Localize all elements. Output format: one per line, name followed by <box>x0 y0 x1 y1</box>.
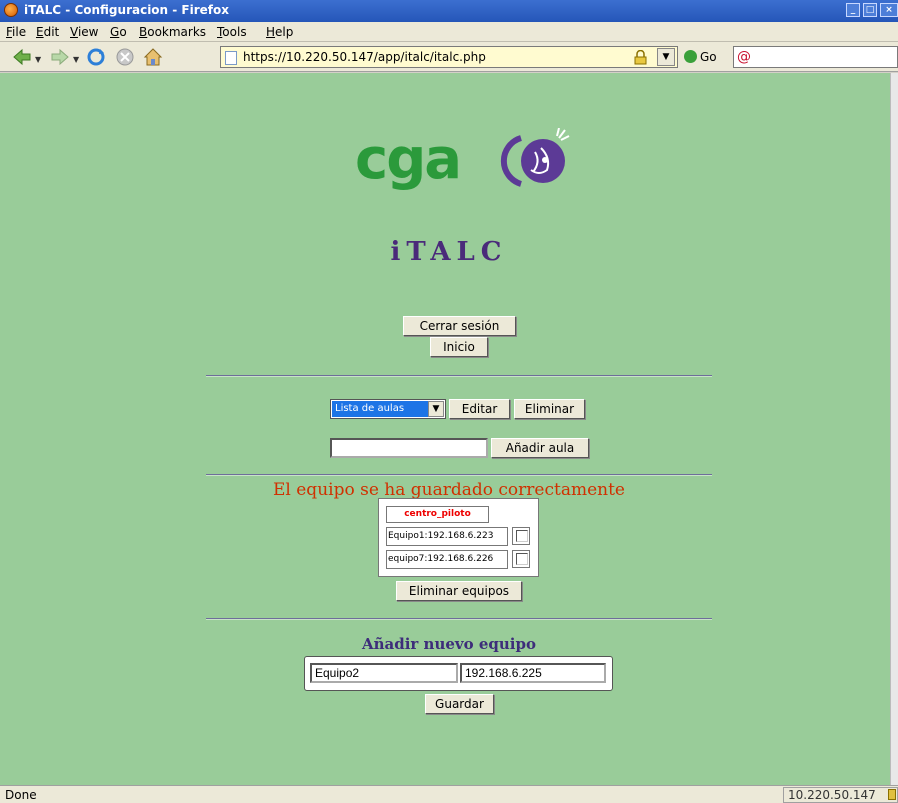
table-row-label: Equipo1:192.168.6.223 <box>386 527 508 546</box>
computer-checkbox-cell <box>512 527 530 545</box>
menu-bar: File Edit View Go Bookmarks Tools Help <box>0 22 898 42</box>
cga-logo: cga <box>355 127 575 192</box>
logout-button[interactable]: Cerrar sesión <box>403 316 516 336</box>
delete-computers-button[interactable]: Eliminar equipos <box>396 581 522 601</box>
go-icon <box>684 50 697 63</box>
search-input[interactable]: @ <box>733 46 898 68</box>
status-host: 10.220.50.147 <box>783 787 898 803</box>
logo-emblem-icon <box>500 128 570 187</box>
computer-name-input[interactable] <box>310 663 458 683</box>
window-title: iTALC - Configuracion - Firefox <box>24 3 230 17</box>
menu-bookmarks[interactable]: Bookmarks <box>139 25 206 39</box>
classroom-select-value: Lista de aulas <box>332 401 428 417</box>
lock-icon[interactable] <box>634 50 647 65</box>
divider <box>206 618 712 620</box>
add-classroom-button[interactable]: Añadir aula <box>491 438 589 458</box>
menu-go[interactable]: Go <box>110 25 127 39</box>
search-engine-icon[interactable]: @ <box>737 49 751 65</box>
computer-checkbox-cell <box>512 550 530 568</box>
classroom-select[interactable]: Lista de aulas ▼ <box>330 399 446 419</box>
edit-button[interactable]: Editar <box>449 399 510 419</box>
minimize-icon[interactable]: _ <box>846 3 860 17</box>
menu-help[interactable]: Help <box>266 25 293 39</box>
stop-icon[interactable] <box>115 47 135 67</box>
save-button[interactable]: Guardar <box>425 694 494 714</box>
menu-tools[interactable]: Tools <box>217 25 247 39</box>
delete-classroom-button[interactable]: Eliminar <box>514 399 585 419</box>
page-content: cga iTALC Cerrar sesión Inicio Lista de … <box>0 73 898 785</box>
computer-checkbox[interactable] <box>516 530 528 542</box>
go-button[interactable]: Go <box>684 50 717 64</box>
forward-icon[interactable] <box>50 47 70 67</box>
back-dropdown-icon[interactable]: ▼ <box>35 55 41 64</box>
divider <box>206 375 712 377</box>
divider <box>206 474 712 476</box>
navigation-toolbar: ▼ ▼ https://10.220.50.147/app/italc/ital… <box>0 42 898 72</box>
close-icon[interactable]: × <box>880 3 898 17</box>
url-text: https://10.220.50.147/app/italc/italc.ph… <box>243 50 486 64</box>
vertical-scrollbar[interactable] <box>890 73 898 785</box>
status-bar: Done 10.220.50.147 <box>0 785 898 803</box>
new-classroom-input[interactable] <box>330 438 488 458</box>
computers-table: centro_piloto Equipo1:192.168.6.223 equi… <box>378 498 539 577</box>
forward-dropdown-icon[interactable]: ▼ <box>73 55 79 64</box>
menu-file[interactable]: File <box>6 25 26 39</box>
back-icon[interactable] <box>12 47 32 67</box>
computer-ip-input[interactable] <box>460 663 606 683</box>
chevron-down-icon[interactable]: ▼ <box>428 401 444 417</box>
maximize-icon[interactable]: □ <box>863 3 877 17</box>
status-text: Done <box>5 788 37 802</box>
logo-text: cga <box>355 127 462 192</box>
window-titlebar: iTALC - Configuracion - Firefox _ □ × <box>0 0 898 22</box>
reload-icon[interactable] <box>86 47 106 67</box>
menu-view[interactable]: View <box>70 25 98 39</box>
table-row-label: equipo7:192.168.6.226 <box>386 550 508 569</box>
new-computer-title: Añadir nuevo equipo <box>361 635 536 653</box>
menu-edit[interactable]: Edit <box>36 25 59 39</box>
home-button[interactable]: Inicio <box>430 337 488 357</box>
url-dropdown-icon[interactable]: ▼ <box>657 48 675 66</box>
security-lock-icon[interactable] <box>888 789 896 800</box>
page-title: iTALC <box>390 237 508 267</box>
page-icon <box>225 51 237 65</box>
table-header: centro_piloto <box>386 506 489 523</box>
computer-checkbox[interactable] <box>516 553 528 565</box>
url-bar[interactable]: https://10.220.50.147/app/italc/italc.ph… <box>220 46 678 68</box>
firefox-icon <box>4 3 18 17</box>
status-message: El equipo se ha guardado correctamente <box>273 480 625 500</box>
home-icon[interactable] <box>143 47 163 67</box>
